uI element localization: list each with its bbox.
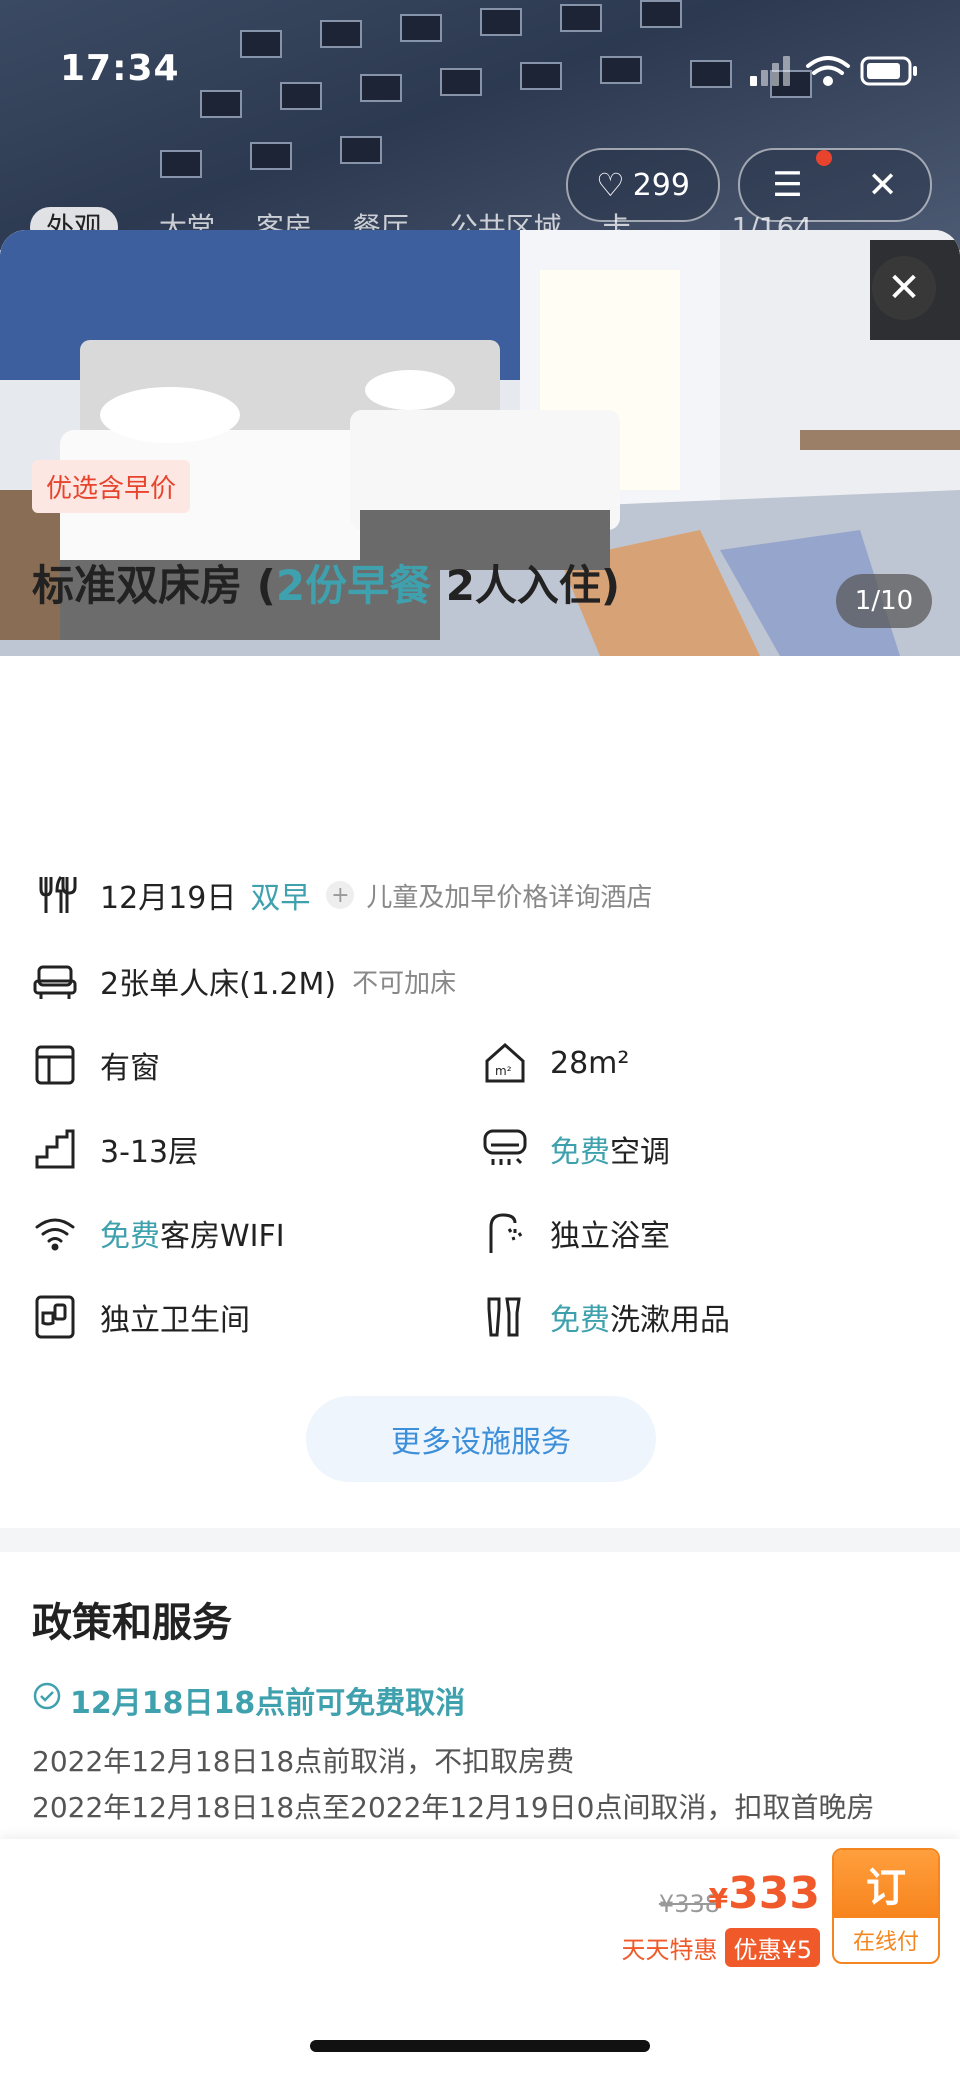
- facility-ac: 免费 空调: [482, 1126, 670, 1172]
- facility-wifi: 免费 客房WIFI: [32, 1210, 285, 1256]
- toilet-icon: [32, 1294, 78, 1340]
- facility-ac-label: 空调: [610, 1135, 670, 1170]
- book-button[interactable]: 订 在线付: [832, 1848, 940, 1964]
- facility-toilet-label: 独立卫生间: [100, 1303, 250, 1338]
- cutlery-icon: [32, 872, 78, 918]
- air-conditioner-icon: [482, 1126, 528, 1172]
- signal-icon: [750, 56, 790, 86]
- room-title: 标准双床房 (2份早餐 2人入住): [32, 552, 620, 613]
- bed-text: 2张单人床(1.2M): [100, 967, 337, 1002]
- price-value: 333: [728, 1868, 820, 1919]
- facility-bathroom: 独立浴室: [482, 1210, 670, 1256]
- wifi-icon: [806, 56, 850, 86]
- promo-label: 天天特惠: [621, 1936, 718, 1964]
- bed-icon: [32, 958, 78, 1004]
- list-icon[interactable]: ☰: [772, 165, 802, 205]
- facility-window-label: 有窗: [100, 1051, 160, 1086]
- breakfast-date: 12月19日: [100, 881, 237, 916]
- breakfast-row: 12月19日 双早 + 儿童及加早价格详询酒店: [32, 872, 652, 918]
- breakfast-type: 双早: [250, 881, 311, 916]
- policy-line-2: 2022年12月18日18点至2022年12月19日0点间取消，扣取首晚房: [32, 1791, 875, 1824]
- status-time: 17:34: [60, 48, 180, 89]
- current-price: ¥333: [709, 1868, 820, 1919]
- facility-ac-free: 免费: [550, 1135, 610, 1170]
- free-cancel-line: 12月18日18点前可免费取消: [32, 1678, 465, 1722]
- section-divider: [0, 1528, 960, 1552]
- check-circle-icon: [32, 1681, 62, 1719]
- close-button[interactable]: ✕: [872, 256, 936, 320]
- facility-bathroom-label: 独立浴室: [550, 1219, 670, 1254]
- status-icons: [750, 52, 920, 92]
- breakfast-note: 儿童及加早价格详询酒店: [366, 882, 653, 913]
- free-cancel-text: 12月18日18点前可免费取消: [70, 1686, 466, 1721]
- pay-label: 在线付: [852, 1930, 919, 1955]
- rate-badge: 优选含早价: [32, 460, 191, 513]
- facility-floor-label: 3-13层: [100, 1135, 199, 1170]
- battery-icon: [860, 56, 917, 86]
- policy-line-1: 2022年12月18日18点前取消，不扣取房费: [32, 1745, 575, 1778]
- policy-title: 政策和服务: [32, 1600, 232, 1646]
- more-facilities-button[interactable]: 更多设施服务: [306, 1396, 656, 1482]
- facility-wifi-label: 客房WIFI: [160, 1219, 285, 1254]
- facility-window: 有窗: [32, 1042, 160, 1088]
- facility-wifi-free: 免费: [100, 1219, 160, 1254]
- facility-area: m² 28m²: [482, 1040, 629, 1086]
- shower-icon: [482, 1210, 528, 1256]
- svg-text:m²: m²: [495, 1064, 512, 1078]
- notification-dot: [816, 150, 832, 166]
- house-area-icon: m²: [482, 1040, 528, 1086]
- window-icon: [32, 1042, 78, 1088]
- stairs-icon: [32, 1126, 78, 1172]
- home-indicator[interactable]: [310, 2040, 650, 2052]
- toiletries-icon: [482, 1294, 528, 1340]
- bed-row: 2张单人床(1.2M) 不可加床: [32, 958, 456, 1004]
- room-name: 标准双床房: [32, 561, 243, 610]
- facility-floor: 3-13层: [32, 1126, 198, 1172]
- facility-toiletries-free: 免费: [550, 1303, 610, 1338]
- close-icon[interactable]: ✕: [867, 165, 897, 206]
- facility-toilet: 独立卫生间: [32, 1294, 250, 1340]
- bed-note: 不可加床: [352, 968, 457, 999]
- gallery-counter: 1/10: [836, 574, 932, 628]
- facility-area-label: 28m²: [550, 1045, 630, 1081]
- wifi-icon: [32, 1210, 78, 1256]
- promo-line: 天天特惠 优惠¥5: [621, 1928, 820, 1967]
- promo-tag: 优惠¥5: [725, 1928, 820, 1967]
- close-icon: ✕: [887, 265, 921, 311]
- plus-icon: +: [326, 881, 355, 909]
- title-paren: (: [242, 561, 276, 610]
- title-guests: 2人入住): [431, 561, 621, 610]
- book-label: 订: [834, 1850, 938, 1918]
- facility-toiletries: 免费 洗漱用品: [482, 1294, 730, 1340]
- heart-plus-icon: ♡: [596, 166, 625, 204]
- title-breakfast: 2份早餐: [275, 561, 432, 610]
- facility-toiletries-label: 洗漱用品: [610, 1303, 730, 1338]
- favorite-count: 299: [632, 167, 690, 203]
- currency-symbol: ¥: [708, 1882, 729, 1915]
